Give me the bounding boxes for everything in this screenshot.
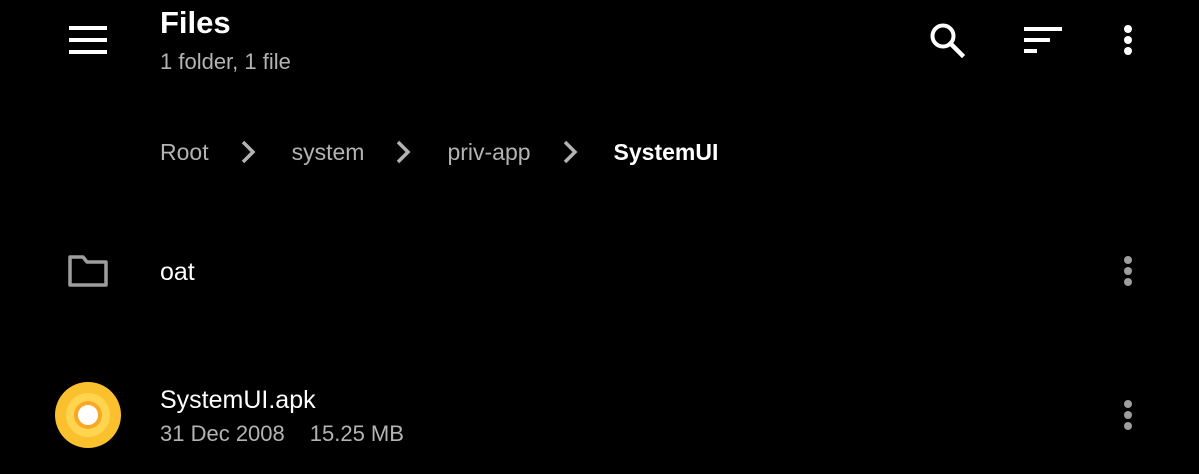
item-overflow-button[interactable] xyxy=(1100,387,1156,443)
breadcrumb: Root system priv-app SystemUI xyxy=(160,130,718,174)
chevron-right-icon xyxy=(386,130,420,174)
breadcrumb-item-systemui[interactable]: SystemUI xyxy=(614,130,719,174)
breadcrumb-item-root[interactable]: Root xyxy=(160,130,209,174)
folder-icon xyxy=(50,233,126,309)
item-overflow-button[interactable] xyxy=(1100,243,1156,299)
more-vert-icon xyxy=(1124,25,1132,55)
navigation-menu-button[interactable] xyxy=(60,12,116,68)
page-subtitle: 1 folder, 1 file xyxy=(160,49,291,74)
sort-icon xyxy=(1024,27,1062,53)
file-size: 15.25 MB xyxy=(309,421,404,446)
overflow-menu-button[interactable] xyxy=(1100,12,1156,68)
page-title: Files xyxy=(160,5,231,40)
more-vert-icon xyxy=(1124,400,1132,430)
chevron-right-icon xyxy=(231,130,265,174)
search-icon xyxy=(930,23,965,58)
breadcrumb-item-priv-app[interactable]: priv-app xyxy=(447,130,530,174)
apk-icon xyxy=(50,377,126,453)
file-name: oat xyxy=(160,258,195,286)
chevron-right-icon xyxy=(553,130,587,174)
sort-button[interactable] xyxy=(1015,12,1071,68)
file-date: 31 Dec 2008 xyxy=(160,421,285,446)
search-button[interactable] xyxy=(919,12,975,68)
more-vert-icon xyxy=(1124,256,1132,286)
breadcrumb-item-system[interactable]: system xyxy=(292,130,365,174)
menu-icon xyxy=(69,26,107,54)
file-meta: 31 Dec 2008 15.25 MB xyxy=(160,420,404,448)
file-name: SystemUI.apk xyxy=(160,386,316,414)
